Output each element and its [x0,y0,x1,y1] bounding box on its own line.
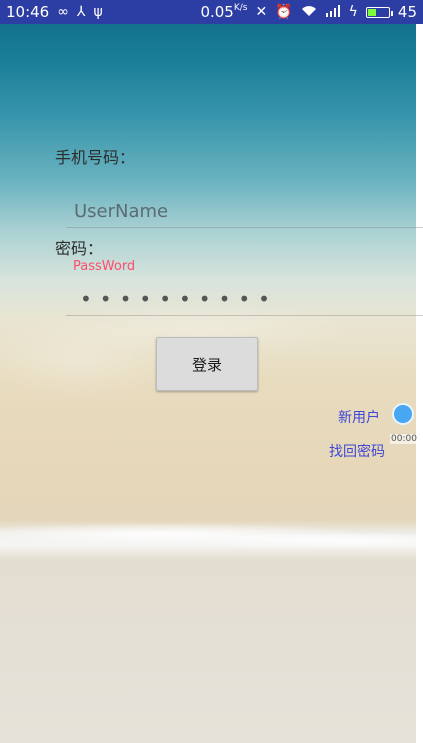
login-button[interactable]: 登录 [156,337,258,391]
battery-percent: 45 [397,3,417,21]
username-input[interactable] [66,195,423,228]
charging-icon: ϟ [348,4,358,20]
edge-strip [416,0,423,743]
new-user-link[interactable]: 新用户 [338,407,380,427]
floating-timer: 00:00 [390,434,418,444]
download-icon: ψ [93,4,103,20]
signal-4g-icon [325,4,341,20]
status-bar: 10:46 ∞ ⅄ ψ 0.05K/s ✕ ⏰ ϟ 45 [0,0,423,24]
recover-password-link[interactable]: 找回密码 [329,441,385,461]
net-speed-value: 0.05 [200,3,234,21]
net-speed: 0.05K/s [200,3,247,21]
status-bar-right: 0.05K/s ✕ ⏰ ϟ 45 [200,3,423,21]
wifi-icon [301,5,317,20]
floating-record-button[interactable] [392,403,414,425]
usb-icon: ⅄ [76,4,86,20]
alarm-icon: ⏰ [275,4,293,20]
wave-foam [0,510,416,550]
password-input[interactable] [66,283,423,316]
battery-level [367,8,377,16]
net-speed-unit: K/s [233,3,248,13]
password-label: 密码： [55,239,104,258]
password-hint: PassWord [73,259,136,274]
phone-label: 手机号码： [55,148,136,167]
status-bar-left: 10:46 ∞ ⅄ ψ [0,3,103,21]
mute-icon: ✕ [255,4,268,20]
battery-icon [365,6,393,18]
status-time: 10:46 [6,3,50,21]
infinity-icon: ∞ [57,4,69,20]
